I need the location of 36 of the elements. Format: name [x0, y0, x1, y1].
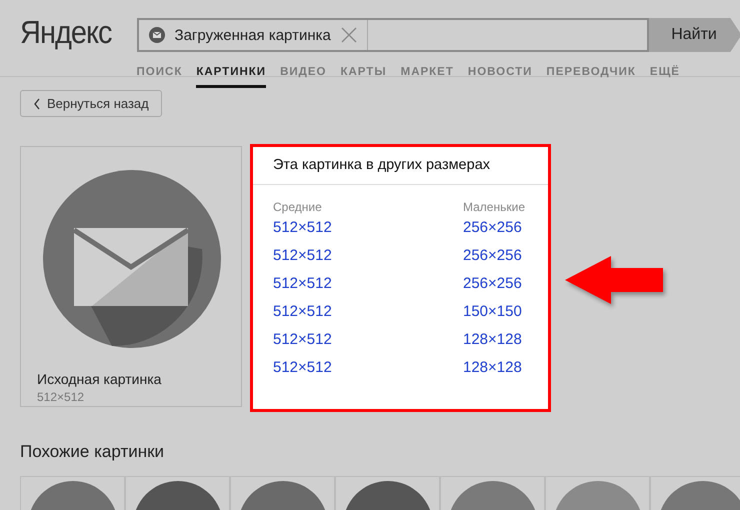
image-thumbnail[interactable] [440, 476, 545, 510]
arrow-left-icon [563, 254, 665, 306]
chevron-left-icon [33, 98, 41, 110]
panel-title: Эта картинка в других размерах [253, 147, 548, 185]
size-link[interactable]: 256×256 [463, 273, 528, 295]
image-thumbnail[interactable] [20, 476, 125, 510]
section-heading: Похожие картинки [20, 442, 166, 462]
search-field[interactable]: Загруженная картинка [136, 18, 649, 52]
logo[interactable]: Яндекс [20, 15, 112, 53]
size-link[interactable]: 256×256 [463, 245, 528, 267]
column-header: Маленькие [463, 200, 526, 214]
size-link[interactable]: 256×256 [463, 217, 528, 239]
column-header: Средние [273, 200, 323, 214]
size-link[interactable]: 512×512 [273, 301, 463, 323]
image-thumbnail[interactable] [650, 476, 740, 510]
size-link[interactable]: 512×512 [273, 217, 463, 239]
original-image-size: 512×512 [37, 390, 86, 404]
original-image-title: Исходная картинка [37, 371, 162, 387]
image-thumbnail[interactable] [125, 476, 230, 510]
original-image-card[interactable]: Исходная картинка 512×512 [20, 146, 242, 407]
image-chip-label: Загруженная картинка [174, 26, 331, 44]
size-link[interactable]: 128×128 [463, 329, 528, 351]
envelope-icon [148, 27, 165, 43]
image-thumbnail[interactable] [335, 476, 440, 510]
search-button[interactable]: Найти [648, 18, 740, 52]
size-link[interactable]: 512×512 [273, 273, 463, 295]
nav-tab[interactable]: КАРТИНКИ [196, 64, 266, 88]
close-icon[interactable] [340, 27, 357, 43]
size-link[interactable]: 512×512 [273, 357, 463, 379]
size-link[interactable]: 150×150 [463, 301, 528, 323]
back-button[interactable]: Вернуться назад [20, 90, 162, 117]
image-thumbnail[interactable] [545, 476, 650, 510]
size-link[interactable]: 512×512 [273, 245, 463, 267]
size-link[interactable]: 128×128 [463, 357, 528, 379]
size-link[interactable]: 512×512 [273, 329, 463, 351]
image-thumbnail[interactable] [230, 476, 335, 510]
